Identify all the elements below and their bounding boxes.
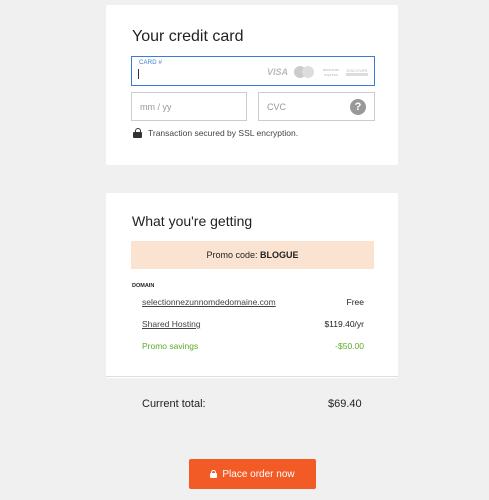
cvc-placeholder: CVC <box>267 102 287 112</box>
total-label: Current total: <box>142 398 206 410</box>
card-brands: VISA american express DISCOVER <box>267 65 368 79</box>
expiry-field[interactable]: mm / yy <box>131 92 247 121</box>
discover-icon: DISCOVER <box>346 68 368 76</box>
promo-savings-label: Promo savings <box>142 341 199 351</box>
domain-section-label: DOMAIN <box>132 283 155 289</box>
mastercard-icon <box>292 66 316 78</box>
promo-banner: Promo code: BLOGUE <box>131 241 374 269</box>
place-order-label: Place order now <box>222 468 295 480</box>
order-summary-title: What you're getting <box>132 213 253 229</box>
hosting-price: $119.40/yr <box>324 319 364 329</box>
ssl-notice-text: Transaction secured by SSL encryption. <box>148 128 299 138</box>
domain-price: Free <box>346 297 364 307</box>
promo-savings-amount: -$50.00 <box>335 341 364 351</box>
text-caret <box>138 69 139 79</box>
cvc-field[interactable]: CVC ? <box>258 92 375 121</box>
lock-icon <box>210 470 218 478</box>
order-summary-panel: What you're getting Promo code: BLOGUE D… <box>106 193 398 378</box>
card-number-field[interactable]: CARD # VISA american express DISCOVER <box>131 56 375 86</box>
hosting-link[interactable]: Shared Hosting <box>142 319 201 329</box>
summary-divider <box>106 376 398 377</box>
credit-card-panel: Your credit card CARD # VISA american ex… <box>106 5 398 165</box>
line-item-promo: Promo savings -$50.00 <box>142 341 364 351</box>
promo-code: BLOGUE <box>260 250 299 260</box>
amex-icon: american express <box>322 67 340 77</box>
help-icon[interactable]: ? <box>350 99 366 115</box>
line-item-hosting: Shared Hosting $119.40/yr <box>142 319 364 329</box>
line-item-domain: selectionnezunnomdedomaine.com Free <box>142 297 364 307</box>
promo-label: Promo code: <box>206 250 260 260</box>
credit-card-title: Your credit card <box>132 28 244 45</box>
domain-link[interactable]: selectionnezunnomdedomaine.com <box>142 297 276 307</box>
expiry-placeholder: mm / yy <box>140 102 172 112</box>
total-value: $69.40 <box>328 398 362 410</box>
place-order-button[interactable]: Place order now <box>189 459 316 489</box>
ssl-notice: Transaction secured by SSL encryption. <box>133 128 298 138</box>
visa-icon: VISA <box>266 67 288 77</box>
card-number-label: CARD # <box>139 60 163 66</box>
lock-icon <box>133 128 142 138</box>
